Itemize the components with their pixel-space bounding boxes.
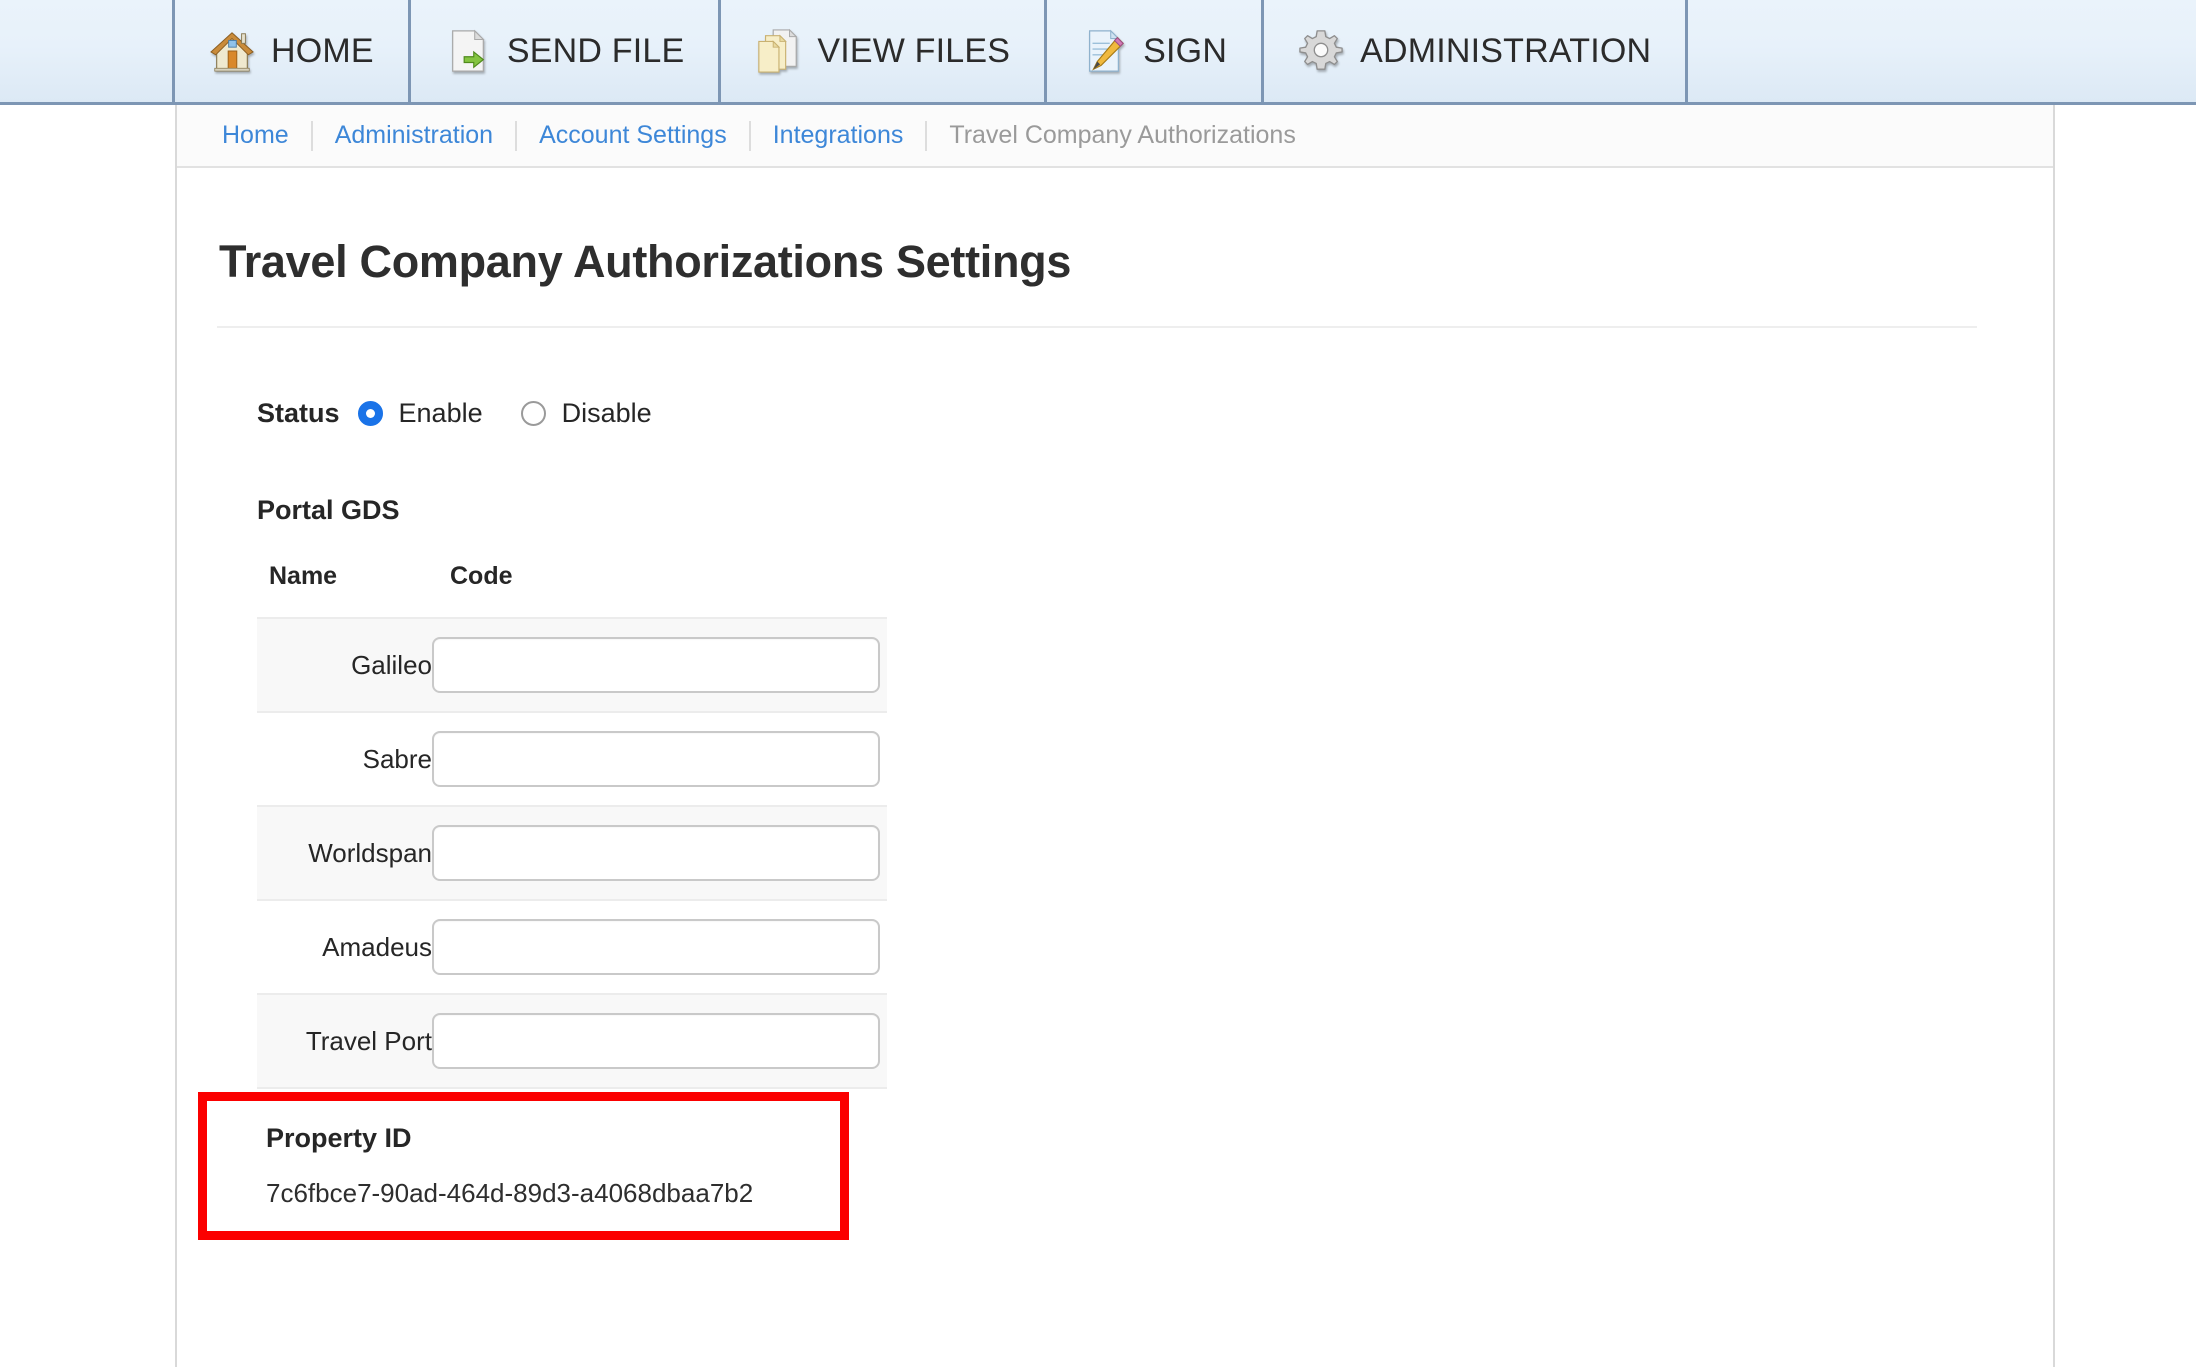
nav-tab-label: SIGN — [1143, 31, 1228, 70]
nav-tab-administration[interactable]: ADMINISTRATION — [1264, 0, 1689, 102]
page-body: Travel Company Authorizations Settings S… — [177, 236, 2053, 1089]
table-row: Galileo — [257, 617, 887, 713]
documents-stack-icon — [755, 28, 801, 74]
page-title: Travel Company Authorizations Settings — [219, 236, 1072, 287]
gds-name-galileo: Galileo — [257, 617, 432, 713]
top-navigation-bar: HOME SEND FILE VIEW FILES SIGN ADMINISTR… — [0, 0, 2196, 105]
property-id-value: 7c6fbce7-90ad-464d-89d3-a4068dbaa7b2 — [266, 1178, 754, 1208]
nav-tab-label: HOME — [271, 31, 374, 70]
column-header-name: Name — [269, 562, 338, 590]
gear-icon — [1298, 28, 1344, 74]
breadcrumb-item-current: Travel Company Authorizations — [949, 121, 1296, 149]
table-row: Worldspan — [257, 805, 887, 901]
column-header-code: Code — [450, 562, 513, 590]
breadcrumb-item-integrations[interactable]: Integrations — [751, 121, 926, 150]
breadcrumb-item-administration[interactable]: Administration — [313, 121, 515, 150]
breadcrumb-item-account-settings[interactable]: Account Settings — [517, 121, 749, 150]
gds-name-sabre: Sabre — [257, 711, 432, 807]
nav-right-spacer — [1688, 0, 2196, 102]
radio-enable-indicator[interactable] — [357, 400, 383, 426]
gds-name-travel-port: Travel Port — [257, 993, 432, 1089]
nav-tab-label: ADMINISTRATION — [1360, 31, 1652, 70]
status-row: Status Enable Disable — [217, 393, 2013, 433]
table-row: Sabre — [257, 711, 887, 807]
radio-enable-label: Enable — [398, 397, 483, 428]
table-header-row: Name Code — [257, 562, 887, 618]
property-id-label: Property ID — [266, 1123, 412, 1153]
gds-name-worldspan: Worldspan — [257, 805, 432, 901]
breadcrumb-item-home[interactable]: Home — [222, 121, 311, 150]
nav-tab-label: VIEW FILES — [817, 31, 1011, 70]
nav-tab-home[interactable]: HOME — [175, 0, 411, 102]
gds-code-input-galileo[interactable] — [432, 637, 880, 693]
property-id-highlight-box: Property ID 7c6fbce7-90ad-464d-89d3-a406… — [198, 1092, 849, 1240]
document-arrow-icon — [445, 28, 491, 74]
status-label: Status — [257, 397, 340, 428]
table-row: Travel Port — [257, 993, 887, 1089]
gds-name-amadeus: Amadeus — [257, 899, 432, 995]
nav-tab-sign[interactable]: SIGN — [1047, 0, 1265, 102]
nav-left-spacer — [0, 0, 175, 102]
radio-disable-label: Disable — [561, 397, 652, 428]
gds-code-input-worldspan[interactable] — [432, 825, 880, 881]
property-id-section: Property ID 7c6fbce7-90ad-464d-89d3-a406… — [207, 1101, 840, 1209]
gds-code-input-sabre[interactable] — [432, 731, 880, 787]
nav-tab-label: SEND FILE — [506, 31, 685, 70]
title-divider — [217, 326, 1977, 328]
status-radio-enable[interactable]: Enable — [357, 397, 483, 429]
portal-gds-heading: Portal GDS — [257, 495, 400, 525]
document-pencil-icon — [1081, 28, 1127, 74]
radio-disable-indicator[interactable] — [520, 400, 546, 426]
nav-tab-send-file[interactable]: SEND FILE — [411, 0, 722, 102]
house-icon — [209, 28, 255, 74]
gds-code-input-travel-port[interactable] — [432, 1013, 880, 1069]
status-radio-disable[interactable]: Disable — [520, 397, 652, 429]
breadcrumb: Home Administration Account Settings Int… — [177, 105, 2053, 168]
table-row: Amadeus — [257, 899, 887, 995]
nav-tab-view-files[interactable]: VIEW FILES — [721, 0, 1048, 102]
portal-gds-table: Name Code Galileo Sabre Worldspan Amadeu… — [257, 562, 887, 1089]
gds-code-input-amadeus[interactable] — [432, 919, 880, 975]
